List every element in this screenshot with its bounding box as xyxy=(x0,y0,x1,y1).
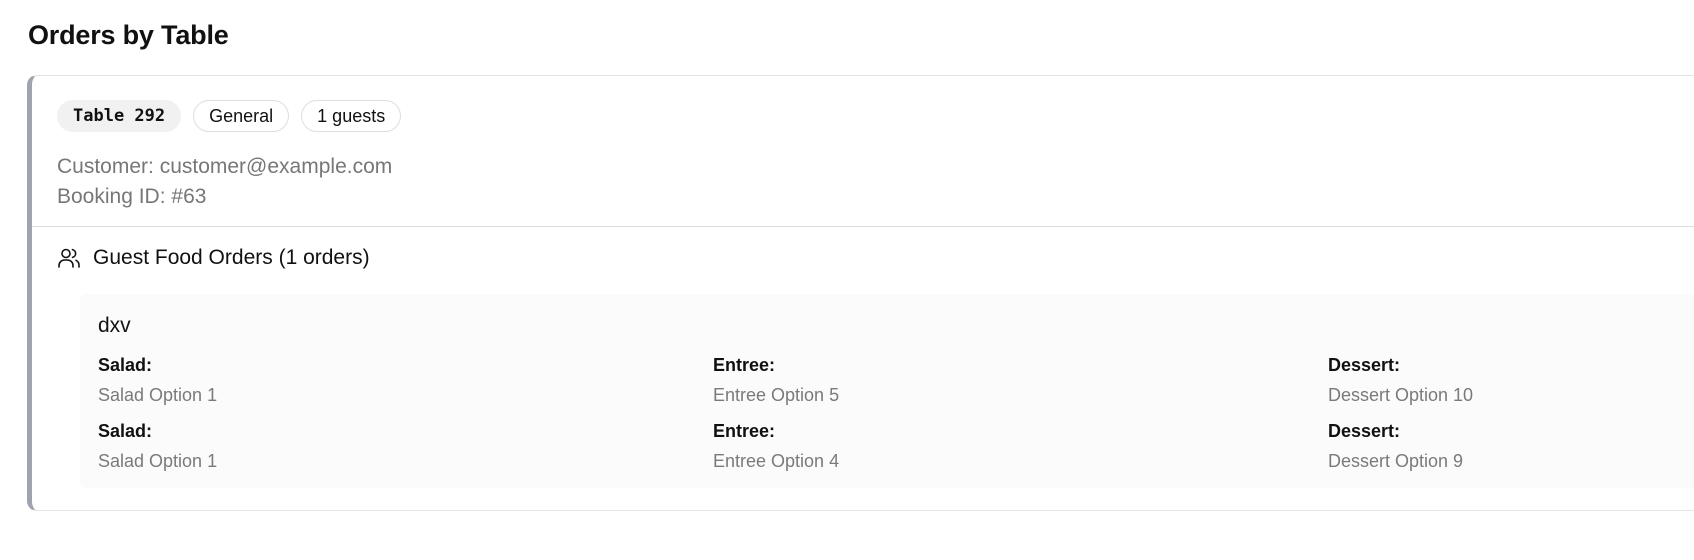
course-label: Entree: xyxy=(713,355,776,375)
course-label: Entree: xyxy=(713,421,776,441)
booking-meta: Customer: customer@example.com Booking I… xyxy=(57,152,392,212)
course-entree: Entree: Entree Option 4 xyxy=(713,420,839,472)
course-value: Salad Option 1 xyxy=(98,385,218,405)
course-value: Dessert Option 10 xyxy=(1328,385,1474,405)
course-salad: Salad: Salad Option 1 xyxy=(98,420,217,472)
booking-type-badge: General xyxy=(193,100,290,132)
page-title: Orders by Table xyxy=(28,20,229,50)
course-salad: Salad: Salad Option 1 xyxy=(98,354,217,406)
course-label: Dessert: xyxy=(1328,355,1401,375)
divider xyxy=(32,226,1694,227)
course-value: Entree Option 5 xyxy=(713,385,840,405)
page: Orders by Table Table 292 General 1 gues… xyxy=(0,0,1694,560)
course-dessert: Dessert: Dessert Option 10 xyxy=(1328,354,1473,406)
customer-email: Customer: customer@example.com xyxy=(57,155,393,178)
course-value: Dessert Option 9 xyxy=(1328,451,1464,471)
guest-orders-header: Guest Food Orders (1 orders) xyxy=(57,246,370,270)
table-order-card: Table 292 General 1 guests Customer: cus… xyxy=(27,75,1694,511)
users-icon xyxy=(57,246,81,270)
course-value: Entree Option 4 xyxy=(713,451,840,471)
course-label: Salad: xyxy=(98,421,153,441)
guest-order: dxv Salad: Salad Option 1 Entree: Entree… xyxy=(80,294,1694,488)
guest-orders-title: Guest Food Orders (1 orders) xyxy=(93,246,370,269)
course-value: Salad Option 1 xyxy=(98,451,218,471)
course-entree: Entree: Entree Option 5 xyxy=(713,354,839,406)
course-dessert: Dessert: Dessert Option 9 xyxy=(1328,420,1463,472)
guest-count-badge: 1 guests xyxy=(301,100,402,132)
badge-row: Table 292 General 1 guests xyxy=(57,100,402,132)
booking-id: Booking ID: #63 xyxy=(57,185,207,208)
table-number-badge: Table 292 xyxy=(57,100,182,132)
course-label: Dessert: xyxy=(1328,421,1401,441)
guest-name: dxv xyxy=(98,314,131,337)
course-label: Salad: xyxy=(98,355,153,375)
